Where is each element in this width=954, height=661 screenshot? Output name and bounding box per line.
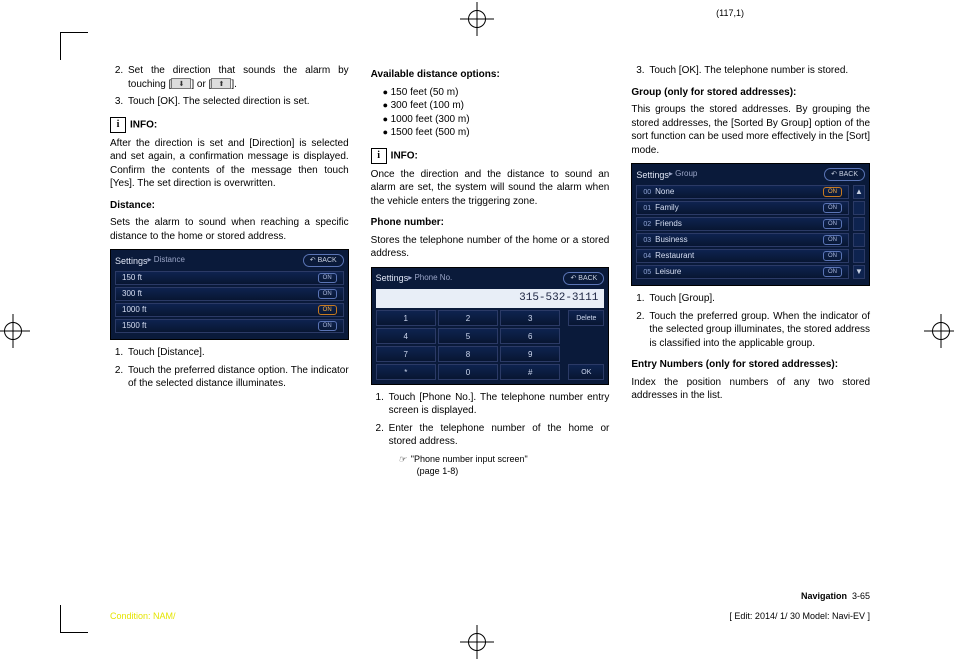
ss-breadcrumb: ▸ Distance	[148, 255, 185, 266]
info-heading: iINFO:	[110, 117, 349, 133]
arrow-in-icon: ⬇	[171, 78, 191, 89]
group-option[interactable]: 01FamilyON	[636, 201, 849, 215]
ss-breadcrumb: ▸ Phone No.	[408, 273, 452, 284]
on-indicator: ON	[318, 289, 337, 299]
reference-icon: ☞	[398, 453, 408, 465]
on-indicator: ON	[823, 267, 842, 277]
back-button[interactable]: ↶ BACK	[303, 254, 344, 267]
group-option[interactable]: 03BusinessON	[636, 233, 849, 247]
phone-body: Stores the telephone number of the home …	[371, 234, 610, 261]
info-body: Once the direction and the distance to s…	[371, 168, 610, 209]
list-item: Touch the preferred group. When the indi…	[647, 310, 870, 351]
arrow-out-icon: ⬆	[211, 78, 231, 89]
group-body: This groups the stored addresses. By gro…	[631, 103, 870, 157]
keypad-key[interactable]: 2	[438, 310, 498, 326]
page-coords: (117,1)	[716, 8, 744, 18]
group-option[interactable]: 04RestaurantON	[636, 249, 849, 263]
ss-title: Settings	[115, 255, 148, 267]
on-indicator: ON	[823, 251, 842, 261]
info-icon: i	[110, 117, 126, 133]
on-indicator: ON	[823, 219, 842, 229]
list-item: 150 feet (50 m)	[383, 86, 610, 100]
on-indicator: ON	[318, 273, 337, 283]
keypad-key[interactable]: 0	[438, 364, 498, 380]
on-indicator: ON	[823, 203, 842, 213]
reg-mark-top	[464, 6, 490, 32]
group-screenshot: Settings ▸ Group ↶ BACK 00NoneON ▲ 01Fami…	[631, 163, 870, 286]
crop-mark	[60, 605, 88, 633]
page-footer: Condition: NAM/ [ Edit: 2014/ 1/ 30 Mode…	[110, 611, 870, 621]
edit-info: [ Edit: 2014/ 1/ 30 Model: Navi-EV ]	[729, 611, 870, 621]
group-option[interactable]: 05LeisureON	[636, 265, 849, 279]
distance-option[interactable]: 150 ftON	[115, 271, 344, 285]
on-indicator: ON	[823, 187, 842, 197]
keypad-key[interactable]: 4	[376, 328, 436, 344]
distance-option[interactable]: 300 ftON	[115, 287, 344, 301]
on-indicator: ON	[318, 321, 337, 331]
scroll-down-icon[interactable]: ▼	[853, 265, 865, 279]
list-item: 300 feet (100 m)	[383, 99, 610, 113]
keypad-key[interactable]: 8	[438, 346, 498, 362]
list-item: Set the direction that sounds the alarm …	[126, 64, 349, 91]
on-indicator: ON	[823, 235, 842, 245]
entry-heading: Entry Numbers (only for stored addresses…	[631, 358, 870, 372]
distance-option[interactable]: 1000 ftON	[115, 303, 344, 317]
column-1: Set the direction that sounds the alarm …	[110, 60, 349, 605]
ss-title: Settings	[376, 272, 409, 284]
keypad-key[interactable]: *	[376, 364, 436, 380]
list-item: 1500 feet (500 m)	[383, 126, 610, 140]
list-item: Enter the telephone number of the home o…	[387, 422, 610, 477]
list-item: Touch [OK]. The telephone number is stor…	[647, 64, 870, 78]
phone-screenshot: Settings ▸ Phone No. ↶ BACK 315-532-3111…	[371, 267, 610, 385]
reg-mark-left	[0, 318, 26, 344]
reg-mark-bottom	[464, 629, 490, 655]
back-button[interactable]: ↶ BACK	[563, 272, 604, 285]
keypad-key[interactable]: 5	[438, 328, 498, 344]
distance-heading: Distance:	[110, 199, 349, 213]
group-option[interactable]: 00NoneON	[636, 185, 849, 199]
ok-button[interactable]: OK	[568, 364, 604, 380]
list-item: Touch [Distance].	[126, 346, 349, 360]
phone-display: 315-532-3111	[376, 289, 605, 308]
condition-text: Condition: NAM/	[110, 611, 176, 621]
scroll-up-icon[interactable]: ▲	[853, 185, 865, 199]
info-icon: i	[371, 148, 387, 164]
reg-mark-right	[928, 318, 954, 344]
keypad-key[interactable]: 1	[376, 310, 436, 326]
group-heading: Group (only for stored addresses):	[631, 86, 870, 100]
ss-title: Settings	[636, 169, 669, 181]
keypad-key[interactable]: 7	[376, 346, 436, 362]
column-3: Touch [OK]. The telephone number is stor…	[631, 60, 870, 605]
list-item: Touch [Group].	[647, 292, 870, 306]
phone-heading: Phone number:	[371, 216, 610, 230]
info-heading: iINFO:	[371, 148, 610, 164]
section-footer: Navigation 3-65	[801, 591, 870, 601]
list-item: Touch [Phone No.]. The telephone number …	[387, 391, 610, 418]
group-option[interactable]: 02FriendsON	[636, 217, 849, 231]
keypad-key[interactable]: 9	[500, 346, 560, 362]
back-button[interactable]: ↶ BACK	[824, 168, 865, 181]
distance-option[interactable]: 1500 ftON	[115, 319, 344, 333]
available-heading: Available distance options:	[371, 68, 610, 82]
list-item: 1000 feet (300 m)	[383, 113, 610, 127]
list-item: Touch the preferred distance option. The…	[126, 364, 349, 391]
delete-button[interactable]: Delete	[568, 310, 604, 326]
keypad-key[interactable]: 6	[500, 328, 560, 344]
page-content: Set the direction that sounds the alarm …	[110, 60, 870, 605]
distance-screenshot: Settings ▸ Distance ↶ BACK 150 ftON 300 …	[110, 249, 349, 340]
crop-mark	[60, 32, 88, 60]
keypad-key[interactable]: #	[500, 364, 560, 380]
ss-breadcrumb: ▸ Group	[669, 169, 697, 180]
column-2: Available distance options: 150 feet (50…	[371, 60, 610, 605]
on-indicator: ON	[318, 305, 337, 315]
entry-body: Index the position numbers of any two st…	[631, 376, 870, 403]
distance-body: Sets the alarm to sound when reaching a …	[110, 216, 349, 243]
keypad-key[interactable]: 3	[500, 310, 560, 326]
list-item: Touch [OK]. The selected direction is se…	[126, 95, 349, 109]
info-body: After the direction is set and [Directio…	[110, 137, 349, 191]
